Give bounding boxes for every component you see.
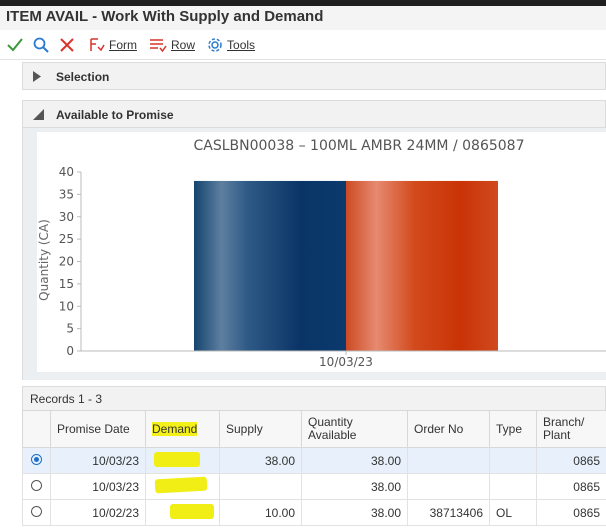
records-count: Records 1 - 3 xyxy=(22,386,606,410)
type-cell: OL xyxy=(489,499,537,526)
row-select-radio[interactable] xyxy=(31,479,42,491)
table-row[interactable]: 10/03/23 38.00 0865 xyxy=(22,473,606,500)
column-header-order-no[interactable]: Order No xyxy=(407,410,490,448)
supply-cell xyxy=(219,473,302,500)
atp-section-header[interactable]: Available to Promise xyxy=(22,100,606,128)
supply-cell: 38.00 xyxy=(219,447,302,474)
column-header-quantity-available[interactable]: Quantity Available xyxy=(301,410,408,448)
row-select-cell[interactable] xyxy=(22,447,51,474)
y-tick-label: 40 xyxy=(59,165,74,179)
gear-icon xyxy=(208,37,222,52)
atp-bar-chart: CASLBN00038 – 100ML AMBR 24MM / 0865087 … xyxy=(37,138,606,369)
expand-triangle-icon xyxy=(33,71,41,82)
table-row[interactable]: 10/03/23 38.00 38.00 0865 xyxy=(22,447,606,474)
highlight-mark xyxy=(170,503,214,519)
order-no-cell: 38713406 xyxy=(407,499,490,526)
row-menu-icon xyxy=(150,38,167,52)
form-menu-button[interactable]: Form xyxy=(89,38,137,52)
tools-menu-label: Tools xyxy=(227,37,256,52)
y-tick-label: 35 xyxy=(59,187,74,201)
promise-date-cell: 10/03/23 xyxy=(50,447,146,474)
y-tick-label: 20 xyxy=(59,255,74,269)
tools-menu-button[interactable]: Tools xyxy=(207,37,255,53)
supply-cell: 10.00 xyxy=(219,499,302,526)
form-menu-label: Form xyxy=(109,37,137,52)
y-tick-label: 30 xyxy=(59,210,74,224)
branch-plant-cell: 0865 xyxy=(536,473,606,500)
column-header-branch-plant[interactable]: Branch/ Plant xyxy=(536,410,606,448)
column-header-type[interactable]: Type xyxy=(489,410,537,448)
y-axis-label: Quantity (CA) xyxy=(37,219,51,301)
row-select-radio[interactable] xyxy=(31,453,42,465)
row-menu-label: Row xyxy=(171,37,196,52)
selection-section-header[interactable]: Selection xyxy=(22,62,606,90)
column-header-promise-date[interactable]: Promise Date xyxy=(50,410,146,448)
column-header-demand[interactable]: Demand xyxy=(145,410,220,448)
demand-header-text: Demand xyxy=(152,421,198,436)
atp-label: Available to Promise xyxy=(56,108,174,122)
y-tick-label: 15 xyxy=(59,277,74,291)
order-no-cell xyxy=(407,473,490,500)
row-select-cell[interactable] xyxy=(22,499,51,526)
bar-series-blue[interactable] xyxy=(194,180,346,351)
row-select-cell[interactable] xyxy=(22,473,51,500)
y-tick-label: 0 xyxy=(66,344,74,358)
row-select-radio[interactable] xyxy=(31,505,42,517)
promise-date-cell: 10/02/23 xyxy=(50,499,146,526)
quantity-available-cell: 38.00 xyxy=(301,499,408,526)
demand-cell xyxy=(145,447,220,474)
quantity-available-cell: 38.00 xyxy=(301,447,408,474)
check-icon[interactable] xyxy=(5,35,25,55)
branch-plant-cell: 0865 xyxy=(536,499,606,526)
demand-cell xyxy=(145,473,220,500)
type-cell xyxy=(489,473,537,500)
close-icon[interactable] xyxy=(57,35,77,55)
order-no-cell xyxy=(407,447,490,474)
y-tick-label: 10 xyxy=(59,299,74,313)
chart-title: CASLBN00038 – 100ML AMBR 24MM / 0865087 xyxy=(194,138,525,154)
promise-date-cell: 10/03/23 xyxy=(50,473,146,500)
selection-label: Selection xyxy=(56,70,110,84)
x-tick-label: 10/03/23 xyxy=(319,355,373,369)
form-menu-icon xyxy=(90,37,105,51)
y-tick-label: 25 xyxy=(59,232,74,246)
collapse-triangle-icon xyxy=(33,109,44,120)
select-column-header xyxy=(22,410,51,448)
page-title: ITEM AVAIL - Work With Supply and Demand xyxy=(0,6,606,30)
demand-cell xyxy=(145,499,220,526)
search-icon[interactable] xyxy=(31,35,51,55)
y-tick-label: 5 xyxy=(66,322,74,336)
table-row[interactable]: 10/02/23 10.00 38.00 38713406 OL 0865 xyxy=(22,499,606,526)
quantity-available-cell: 38.00 xyxy=(301,473,408,500)
chart-panel: CASLBN00038 – 100ML AMBR 24MM / 0865087 … xyxy=(22,128,606,380)
bar-series-orange[interactable] xyxy=(346,180,498,351)
chart-area: CASLBN00038 – 100ML AMBR 24MM / 0865087 … xyxy=(37,132,606,372)
branch-plant-cell: 0865 xyxy=(536,447,606,474)
row-menu-button[interactable]: Row xyxy=(149,38,195,52)
toolbar: Form Row Tools xyxy=(0,30,606,60)
column-header-supply[interactable]: Supply xyxy=(219,410,302,448)
supply-demand-grid: Promise Date Demand Supply Quantity Avai… xyxy=(22,410,606,526)
highlight-mark xyxy=(154,476,208,494)
highlight-mark xyxy=(154,451,200,467)
type-cell xyxy=(489,447,537,474)
